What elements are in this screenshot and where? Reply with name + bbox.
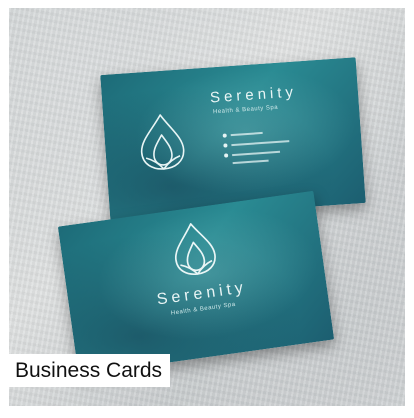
location-icon [223,153,229,158]
phone-icon [222,133,227,138]
product-caption[interactable]: Business Cards [9,354,171,387]
card-back-tagline: Health & Beauty Spa [212,104,279,116]
contact-phone [222,130,263,139]
drop-logo-icon [175,223,216,276]
contact-address-2 [232,158,269,166]
email-icon [223,143,228,148]
drop-logo-icon [140,114,185,170]
contact-address [223,149,281,159]
contact-email [223,138,290,149]
card-back-brand: Serenity [209,83,298,107]
business-card-back: Serenity Health & Beauty Spa [100,57,366,221]
product-photo[interactable]: Serenity Health & Beauty Spa Serenity He… [9,8,405,406]
product-tile[interactable]: Serenity Health & Beauty Spa Serenity He… [0,0,414,418]
